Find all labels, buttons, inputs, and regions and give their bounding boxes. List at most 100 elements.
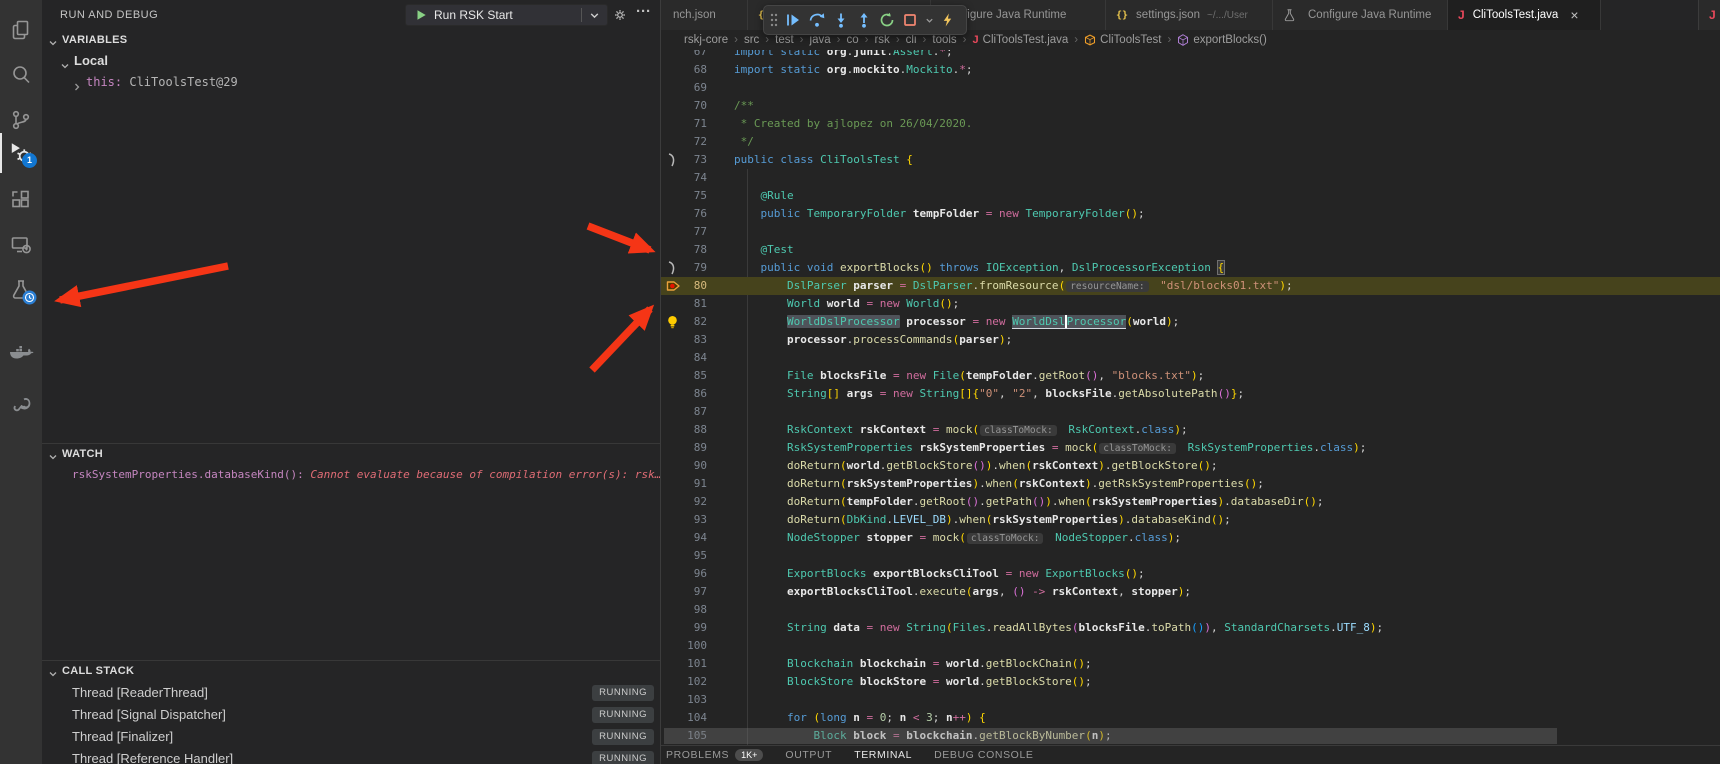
code-text[interactable]: World world = new World(); [734,295,959,313]
code-text[interactable]: for (long n = 0; n < 3; n++) { [734,709,986,727]
code-text[interactable]: WorldDslProcessor processor = new WorldD… [734,313,1179,331]
breadcrumb-file[interactable]: CliToolsTest.java [983,34,1069,46]
code-line-81[interactable]: 81 World world = new World(); [661,295,1720,313]
code-text[interactable]: import static org.mockito.Mockito.*; [734,61,972,79]
code-line-71[interactable]: 71 * Created by ajlopez on 26/04/2020. [661,115,1720,133]
watch-section-header[interactable]: WATCH [42,443,660,463]
code-text[interactable]: doReturn(DbKind.LEVEL_DB).when(rskSystem… [734,511,1231,529]
code-text[interactable]: RskSystemProperties rskSystemProperties … [734,439,1366,458]
breadcrumb-item[interactable]: java [810,34,831,46]
code-line-68[interactable]: 68import static org.mockito.Mockito.*; [661,61,1720,79]
code-text[interactable]: DslParser parser = DslParser.fromResourc… [734,277,1293,296]
code-line-85[interactable]: 85 File blocksFile = new File(tempFolder… [661,367,1720,385]
code-text[interactable]: processor.processCommands(parser); [734,331,1012,349]
code-line-88[interactable]: 88 RskContext rskContext = mock(classToM… [661,421,1720,439]
breadcrumb-item[interactable]: test [775,34,794,46]
code-line-84[interactable]: 84 [661,349,1720,367]
stop-dropdown-chevron-icon[interactable] [925,16,934,25]
code-line-73[interactable]: 73public class CliToolsTest { [661,151,1720,169]
call-stack-thread[interactable]: Thread [Signal Dispatcher]RUNNING [42,704,660,726]
code-line-99[interactable]: 99 String data = new String(Files.readAl… [661,619,1720,637]
code-line-101[interactable]: 101 Blockchain blockchain = world.getBlo… [661,655,1720,673]
step-into-icon[interactable] [833,12,849,28]
call-stack-thread[interactable]: Thread [Finalizer]RUNNING [42,726,660,748]
gradle-icon[interactable] [0,383,42,427]
call-stack-thread[interactable]: Thread [ReaderThread]RUNNING [42,682,660,704]
code-text[interactable]: */ [734,133,754,151]
gear-icon[interactable] [612,7,628,23]
code-text[interactable]: @Rule [734,187,794,205]
breadcrumb-class[interactable]: CliToolsTest [1100,34,1161,46]
run-config-dropdown[interactable]: Run RSK Start [405,4,608,26]
breadcrumb-item[interactable]: rsk [874,34,889,46]
code-line-96[interactable]: 96 ExportBlocks exportBlocksCliTool = ne… [661,565,1720,583]
chevron-down-icon[interactable] [582,10,607,21]
code-line-102[interactable]: 102 BlockStore blockStore = world.getBlo… [661,673,1720,691]
code-text[interactable]: public class CliToolsTest { [734,151,913,169]
code-line-100[interactable]: 100 [661,637,1720,655]
hot-code-replace-icon[interactable] [941,12,954,28]
step-out-icon[interactable] [856,12,872,28]
breadcrumb-item[interactable]: cli [906,34,917,46]
code-text[interactable]: RskContext rskContext = mock(classToMock… [734,421,1188,440]
code-text[interactable]: * Created by ajlopez on 26/04/2020. [734,115,972,133]
panel-tab-problems[interactable]: PROBLEMS1K+ [666,749,763,761]
code-text[interactable]: doReturn(rskSystemProperties).when(rskCo… [734,475,1264,493]
variables-scope-local[interactable]: Local [42,50,660,72]
code-line-80[interactable]: 80 DslParser parser = DslParser.fromReso… [661,277,1720,295]
code-line-95[interactable]: 95 [661,547,1720,565]
breadcrumb-item[interactable]: co [846,34,858,46]
code-line-89[interactable]: 89 RskSystemProperties rskSystemProperti… [661,439,1720,457]
code-line-79[interactable]: 79 public void exportBlocks() throws IOE… [661,259,1720,277]
code-line-69[interactable]: 69 [661,79,1720,97]
close-icon[interactable]: × [1570,7,1578,23]
breadcrumb-item[interactable]: rskj-core [684,34,728,46]
code-text[interactable]: doReturn(world.getBlockStore()).when(rsk… [734,457,1218,475]
code-line-78[interactable]: 78 @Test [661,241,1720,259]
continue-icon[interactable] [785,12,801,28]
code-line-86[interactable]: 86 String[] args = new String[]{"0", "2"… [661,385,1720,403]
code-line-77[interactable]: 77 [661,223,1720,241]
search-icon[interactable] [0,53,42,97]
breadcrumb-item[interactable]: tools [932,34,956,46]
panel-tab-output[interactable]: OUTPUT [785,749,832,761]
code-line-87[interactable]: 87 [661,403,1720,421]
code-line-83[interactable]: 83 processor.processCommands(parser); [661,331,1720,349]
extensions-icon[interactable] [0,178,42,222]
call-stack-section-header[interactable]: CALL STACK [42,660,660,680]
code-text[interactable]: Blockchain blockchain = world.getBlockCh… [734,655,1092,673]
code-text[interactable]: exportBlocksCliTool.execute(args, () -> … [734,583,1191,601]
code-line-98[interactable]: 98 [661,601,1720,619]
panel-tab-terminal[interactable]: TERMINAL [854,749,912,761]
step-over-icon[interactable] [808,12,826,28]
tab-clitoolstest.java[interactable]: JCliToolsTest.java× [1448,0,1601,30]
code-text[interactable]: public TemporaryFolder tempFolder = new … [734,205,1145,223]
tab-configure-java-runtime[interactable]: Configure Java Runtime [1273,0,1448,30]
code-line-104[interactable]: 104 for (long n = 0; n < 3; n++) { [661,709,1720,727]
code-line-72[interactable]: 72 */ [661,133,1720,151]
code-line-103[interactable]: 103 [661,691,1720,709]
code-line-82[interactable]: 82 WorldDslProcessor processor = new Wor… [661,313,1720,331]
code-area[interactable]: 67import static org.junit.Assert.*;68imp… [661,0,1720,745]
code-text[interactable]: String[] args = new String[]{"0", "2", b… [734,385,1244,403]
stop-icon[interactable] [902,12,918,28]
tab-settings.json[interactable]: {}settings.json~/.../User [1106,0,1273,30]
code-line-76[interactable]: 76 public TemporaryFolder tempFolder = n… [661,205,1720,223]
code-text[interactable]: public void exportBlocks() throws IOExce… [734,259,1224,277]
code-line-91[interactable]: 91 doReturn(rskSystemProperties).when(rs… [661,475,1720,493]
code-line-75[interactable]: 75 @Rule [661,187,1720,205]
more-actions-icon[interactable]: ··· [636,3,651,20]
code-text[interactable]: BlockStore blockStore = world.getBlockSt… [734,673,1092,691]
code-line-70[interactable]: 70/** [661,97,1720,115]
code-line-93[interactable]: 93 doReturn(DbKind.LEVEL_DB).when(rskSys… [661,511,1720,529]
panel-tab-debug-console[interactable]: DEBUG CONSOLE [934,749,1033,761]
breadcrumb-item[interactable]: src [744,34,759,46]
breadcrumb-method[interactable]: exportBlocks() [1193,34,1267,46]
run-and-debug-icon[interactable]: 1 [0,131,42,175]
code-line-92[interactable]: 92 doReturn(tempFolder.getRoot().getPath… [661,493,1720,511]
code-text[interactable]: NodeStopper stopper = mock(classToMock: … [734,529,1181,548]
code-text[interactable]: doReturn(tempFolder.getRoot().getPath())… [734,493,1324,511]
explorer-icon[interactable] [0,8,42,52]
tab-nch.json[interactable]: nch.json [661,0,748,30]
run-play-icon[interactable] [406,9,434,21]
